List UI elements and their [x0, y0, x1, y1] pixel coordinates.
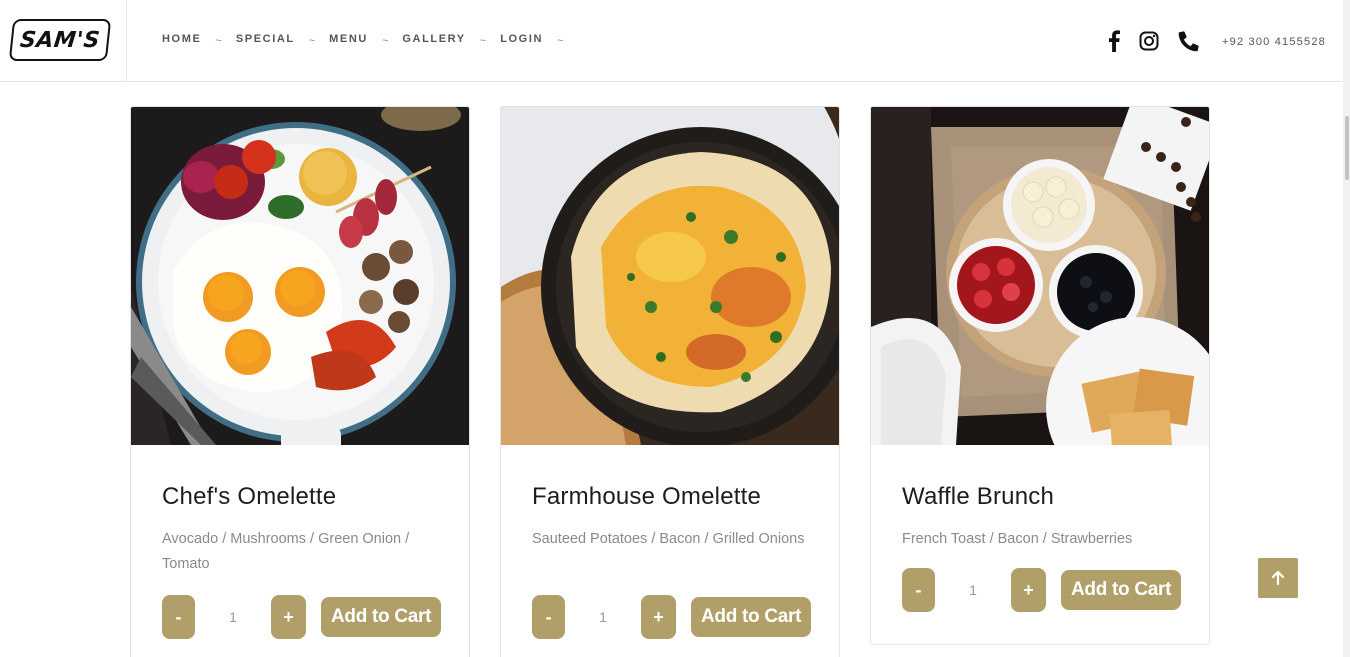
- dropdown-caret-icon: ~: [381, 35, 389, 47]
- increase-qty-button[interactable]: +: [271, 595, 306, 639]
- main-nav: HOME ~ SPECIAL ~ MENU ~ GALLERY ~ LOGIN …: [162, 33, 577, 47]
- increase-qty-button[interactable]: +: [641, 595, 676, 639]
- increase-qty-button[interactable]: +: [1011, 568, 1046, 612]
- arrow-up-icon: [1271, 571, 1285, 585]
- product-description: Avocado / Mushrooms / Green Onion / Toma…: [162, 531, 410, 572]
- product-card: Chef's Omelette Avocado / Mushrooms / Gr…: [130, 106, 470, 657]
- quantity-stepper: - + Add to Cart: [162, 595, 442, 639]
- nav-item-login[interactable]: LOGIN ~: [500, 33, 564, 47]
- add-to-cart-button[interactable]: Add to Cart: [1061, 570, 1182, 610]
- product-description: Sauteed Potatoes / Bacon / Grilled Onion…: [532, 531, 805, 547]
- phone-number: +92 300 4155528: [1222, 36, 1326, 48]
- product-title: Waffle Brunch: [902, 483, 1055, 510]
- back-to-top-button[interactable]: [1258, 558, 1298, 598]
- product-title: Chef's Omelette: [162, 483, 337, 510]
- dropdown-caret-icon: ~: [557, 35, 564, 47]
- phone-icon[interactable]: [1177, 29, 1201, 53]
- quantity-input[interactable]: [195, 595, 271, 639]
- nav-label: SPECIAL: [235, 33, 295, 45]
- nav-item-home[interactable]: HOME ~: [162, 33, 222, 47]
- logo-text: SAM'S: [18, 27, 102, 53]
- quantity-input[interactable]: [565, 595, 641, 639]
- quantity-stepper: - + Add to Cart: [902, 568, 1182, 612]
- nav-item-special[interactable]: SPECIAL ~: [235, 33, 316, 47]
- dropdown-caret-icon: ~: [308, 35, 316, 47]
- quantity-stepper: - + Add to Cart: [532, 595, 812, 639]
- nav-item-gallery[interactable]: GALLERY ~: [402, 33, 487, 47]
- product-card: Waffle Brunch French Toast / Bacon / Str…: [870, 106, 1210, 645]
- facebook-icon[interactable]: [1102, 29, 1126, 53]
- nav-item-menu[interactable]: MENU ~: [329, 33, 389, 47]
- product-image-farmhouse-omelette[interactable]: [501, 107, 839, 445]
- product-image-chefs-omelette[interactable]: [131, 107, 469, 445]
- product-description: French Toast / Bacon / Strawberries: [902, 531, 1133, 547]
- decrease-qty-button[interactable]: -: [902, 568, 935, 612]
- decrease-qty-button[interactable]: -: [162, 595, 195, 639]
- instagram-icon[interactable]: [1137, 29, 1161, 53]
- decrease-qty-button[interactable]: -: [532, 595, 565, 639]
- scrollbar-thumb[interactable]: [1345, 116, 1349, 180]
- nav-label: MENU: [329, 33, 368, 45]
- add-to-cart-button[interactable]: Add to Cart: [321, 597, 442, 637]
- product-title: Farmhouse Omelette: [532, 483, 762, 510]
- add-to-cart-button[interactable]: Add to Cart: [691, 597, 812, 637]
- quantity-input[interactable]: [935, 568, 1011, 612]
- nav-label: LOGIN: [500, 33, 544, 45]
- logo-cell: SAM'S: [0, 0, 127, 81]
- product-card: Farmhouse Omelette Sauteed Potatoes / Ba…: [500, 106, 840, 657]
- page-scrollbar[interactable]: [1343, 0, 1350, 657]
- product-image-waffle-brunch[interactable]: [871, 107, 1209, 445]
- nav-label: GALLERY: [402, 33, 466, 45]
- site-header: SAM'S HOME ~ SPECIAL ~ MENU ~ GALLERY ~ …: [0, 0, 1343, 82]
- nav-label: HOME: [162, 33, 202, 45]
- dropdown-caret-icon: ~: [215, 35, 222, 47]
- dropdown-caret-icon: ~: [479, 35, 487, 47]
- brand-logo[interactable]: SAM'S: [8, 19, 112, 61]
